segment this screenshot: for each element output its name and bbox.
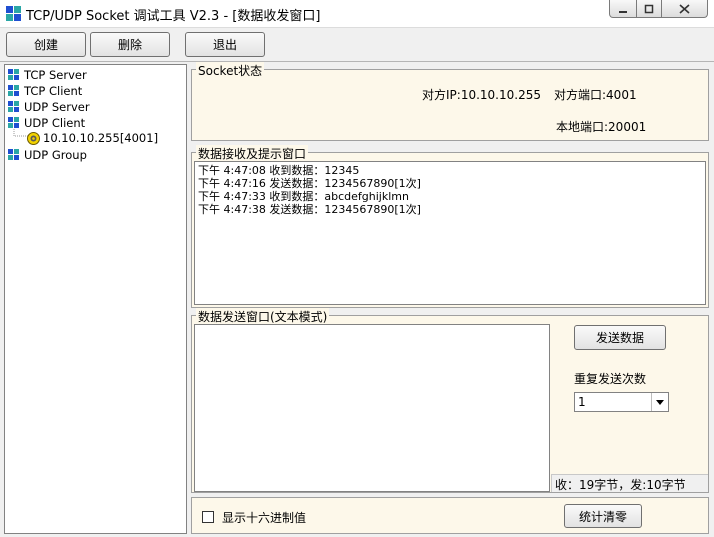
send-text-input[interactable] <box>194 324 550 492</box>
network-icon <box>8 101 20 113</box>
hex-checkbox-label: 显示十六进制值 <box>222 511 307 525</box>
repeat-count-select[interactable]: 1 <box>574 392 669 412</box>
send-group: 数据发送窗口(文本模式) 发送数据 重复发送次数 1 收：19字节，发:10字节 <box>191 308 709 493</box>
tree-item-udp-group[interactable]: UDP Group <box>8 147 87 163</box>
send-legend: 数据发送窗口(文本模式) <box>196 308 330 325</box>
socket-status-group: Socket状态 对方IP:10.10.10.255 对方端口:4001 本地端… <box>191 62 709 141</box>
create-button[interactable]: 创建 <box>6 32 86 57</box>
log-line: 下午 4:47:33 收到数据：abcdefghijklmn <box>198 190 409 203</box>
remote-port: 对方端口:4001 <box>554 88 637 102</box>
connection-tree[interactable]: TCP Server TCP Client UDP Server UDP Cli… <box>4 64 187 534</box>
chevron-down-icon <box>656 399 664 405</box>
hex-checkbox[interactable] <box>202 511 214 523</box>
log-line: 下午 4:47:38 发送数据：1234567890[1次] <box>198 203 421 216</box>
socket-status-legend: Socket状态 <box>196 62 265 79</box>
tree-item-label: UDP Server <box>24 100 90 114</box>
tree-item-label: UDP Group <box>24 148 87 162</box>
network-icon <box>8 69 20 81</box>
log-line: 下午 4:47:16 发送数据：1234567890[1次] <box>198 177 421 190</box>
connection-icon <box>27 132 40 145</box>
delete-button[interactable]: 删除 <box>90 32 170 57</box>
network-icon <box>8 149 20 161</box>
title-bar: TCP/UDP Socket 调试工具 V2.3 - [数据收发窗口] <box>0 0 714 28</box>
maximize-button[interactable] <box>636 0 662 18</box>
tree-item-label: TCP Client <box>24 84 83 98</box>
remote-ip: 对方IP:10.10.10.255 <box>422 88 541 102</box>
byte-stats: 收：19字节，发:10字节 <box>555 478 686 492</box>
tree-item-udp-server[interactable]: UDP Server <box>8 99 90 115</box>
toolbar: 创建 删除 退出 <box>0 28 714 62</box>
repeat-count-label: 重复发送次数 <box>574 372 647 386</box>
tree-item-label: TCP Server <box>24 68 87 82</box>
window-title: TCP/UDP Socket 调试工具 V2.3 - [数据收发窗口] <box>26 9 321 24</box>
minimize-icon <box>619 10 627 13</box>
tree-item-label: UDP Client <box>24 116 86 130</box>
receive-log[interactable]: 下午 4:47:08 收到数据：12345 下午 4:47:16 发送数据：12… <box>194 161 706 305</box>
tree-item-tcp-client[interactable]: TCP Client <box>8 83 82 99</box>
bottom-group: 显示十六进制值 统计清零 <box>191 497 709 534</box>
reset-stats-button[interactable]: 统计清零 <box>564 504 642 528</box>
dropdown-button[interactable] <box>651 393 668 411</box>
close-button[interactable] <box>661 0 708 18</box>
network-icon <box>8 85 20 97</box>
minimize-button[interactable] <box>609 0 637 18</box>
close-icon <box>679 3 690 14</box>
network-icon <box>8 117 20 129</box>
tree-item-label: 10.10.10.255[4001] <box>43 131 159 145</box>
receive-group: 数据接收及提示窗口 下午 4:47:08 收到数据：12345 下午 4:47:… <box>191 145 709 308</box>
tree-item-connection[interactable]: 10.10.10.255[4001] <box>27 130 158 146</box>
stats-bar: 收：19字节，发:10字节 <box>551 474 708 492</box>
maximize-icon <box>644 4 654 13</box>
local-port: 本地端口:20001 <box>556 120 647 134</box>
exit-button[interactable]: 退出 <box>185 32 265 57</box>
log-line: 下午 4:47:08 收到数据：12345 <box>198 164 360 177</box>
app-icon <box>6 6 22 22</box>
tree-item-tcp-server[interactable]: TCP Server <box>8 67 87 83</box>
repeat-count-value: 1 <box>578 395 586 409</box>
receive-legend: 数据接收及提示窗口 <box>196 145 309 162</box>
send-data-button[interactable]: 发送数据 <box>574 325 666 350</box>
